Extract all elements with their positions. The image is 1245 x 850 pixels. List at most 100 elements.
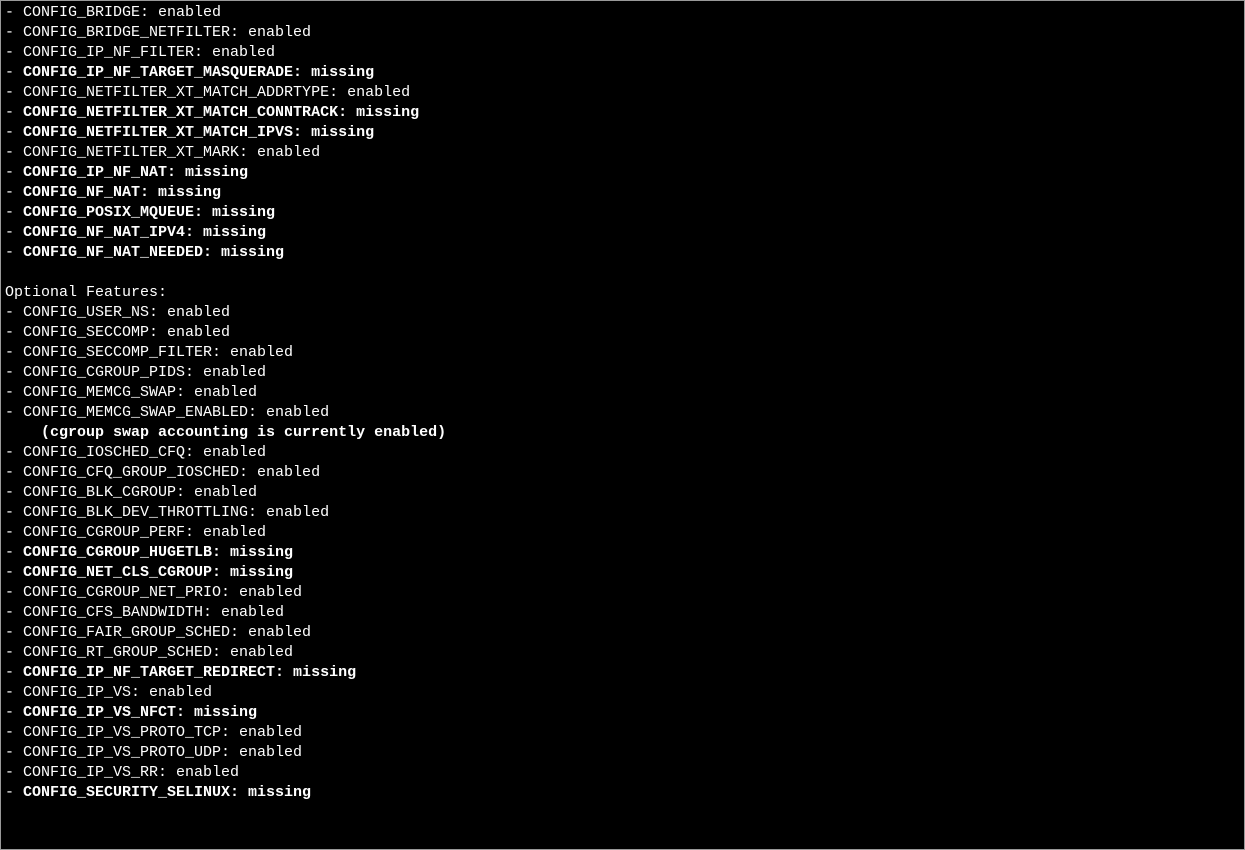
terminal-line: - CONFIG_CFQ_GROUP_IOSCHED: enabled	[5, 463, 1240, 483]
bullet: -	[5, 204, 23, 221]
section-heading: Optional Features:	[5, 284, 167, 301]
terminal-line: - CONFIG_SECCOMP_FILTER: enabled	[5, 343, 1240, 363]
config-entry: CONFIG_IP_VS_RR: enabled	[23, 764, 239, 781]
terminal-line: - CONFIG_CGROUP_PIDS: enabled	[5, 363, 1240, 383]
terminal-line: - CONFIG_NF_NAT_IPV4: missing	[5, 223, 1240, 243]
terminal-line: Optional Features:	[5, 283, 1240, 303]
bullet: -	[5, 324, 23, 341]
terminal-line: - CONFIG_IP_NF_NAT: missing	[5, 163, 1240, 183]
config-entry: CONFIG_FAIR_GROUP_SCHED: enabled	[23, 624, 311, 641]
terminal-line: (cgroup swap accounting is currently ena…	[5, 423, 1240, 443]
bullet: -	[5, 64, 23, 81]
config-entry: CONFIG_CFS_BANDWIDTH: enabled	[23, 604, 284, 621]
config-entry: CONFIG_NETFILTER_XT_MARK: enabled	[23, 144, 320, 161]
config-entry: CONFIG_NETFILTER_XT_MATCH_ADDRTYPE: enab…	[23, 84, 410, 101]
bullet: -	[5, 684, 23, 701]
terminal-line: - CONFIG_NETFILTER_XT_MATCH_IPVS: missin…	[5, 123, 1240, 143]
config-entry: CONFIG_IP_NF_FILTER: enabled	[23, 44, 275, 61]
config-entry: CONFIG_NF_NAT_NEEDED: missing	[23, 244, 284, 261]
bullet: -	[5, 224, 23, 241]
bullet: -	[5, 304, 23, 321]
terminal-output[interactable]: - CONFIG_BRIDGE: enabled- CONFIG_BRIDGE_…	[0, 0, 1245, 850]
bullet: -	[5, 4, 23, 21]
config-entry: CONFIG_CGROUP_HUGETLB: missing	[23, 544, 293, 561]
config-entry: CONFIG_IOSCHED_CFQ: enabled	[23, 444, 266, 461]
config-entry: CONFIG_SECURITY_SELINUX: missing	[23, 784, 311, 801]
config-entry: CONFIG_BRIDGE: enabled	[23, 4, 221, 21]
config-entry: CONFIG_USER_NS: enabled	[23, 304, 230, 321]
config-entry: CONFIG_SECCOMP_FILTER: enabled	[23, 344, 293, 361]
terminal-line: - CONFIG_NETFILTER_XT_MARK: enabled	[5, 143, 1240, 163]
terminal-line: - CONFIG_NET_CLS_CGROUP: missing	[5, 563, 1240, 583]
config-entry: CONFIG_NF_NAT_IPV4: missing	[23, 224, 266, 241]
config-entry: CONFIG_CFQ_GROUP_IOSCHED: enabled	[23, 464, 320, 481]
terminal-line: - CONFIG_NETFILTER_XT_MATCH_CONNTRACK: m…	[5, 103, 1240, 123]
config-entry: CONFIG_IP_NF_NAT: missing	[23, 164, 248, 181]
bullet: -	[5, 184, 23, 201]
config-entry: CONFIG_BLK_CGROUP: enabled	[23, 484, 257, 501]
bullet: -	[5, 84, 23, 101]
terminal-line: - CONFIG_IP_NF_FILTER: enabled	[5, 43, 1240, 63]
terminal-line: - CONFIG_POSIX_MQUEUE: missing	[5, 203, 1240, 223]
bullet: -	[5, 724, 23, 741]
config-entry: CONFIG_CGROUP_PIDS: enabled	[23, 364, 266, 381]
terminal-line: - CONFIG_IP_VS_PROTO_UDP: enabled	[5, 743, 1240, 763]
bullet: -	[5, 604, 23, 621]
config-entry: CONFIG_MEMCG_SWAP: enabled	[23, 384, 257, 401]
config-entry: CONFIG_MEMCG_SWAP_ENABLED: enabled	[23, 404, 329, 421]
bullet: -	[5, 764, 23, 781]
bullet: -	[5, 244, 23, 261]
bullet: -	[5, 404, 23, 421]
terminal-line: - CONFIG_CGROUP_HUGETLB: missing	[5, 543, 1240, 563]
bullet: -	[5, 364, 23, 381]
bullet: -	[5, 104, 23, 121]
terminal-line: - CONFIG_NETFILTER_XT_MATCH_ADDRTYPE: en…	[5, 83, 1240, 103]
terminal-line: - CONFIG_CGROUP_NET_PRIO: enabled	[5, 583, 1240, 603]
terminal-line: - CONFIG_USER_NS: enabled	[5, 303, 1240, 323]
bullet: -	[5, 524, 23, 541]
bullet: -	[5, 144, 23, 161]
config-entry: CONFIG_IP_NF_TARGET_REDIRECT: missing	[23, 664, 356, 681]
bullet: -	[5, 504, 23, 521]
terminal-line: - CONFIG_FAIR_GROUP_SCHED: enabled	[5, 623, 1240, 643]
config-entry: CONFIG_NET_CLS_CGROUP: missing	[23, 564, 293, 581]
bullet: -	[5, 664, 23, 681]
config-entry: CONFIG_CGROUP_PERF: enabled	[23, 524, 266, 541]
bullet: -	[5, 704, 23, 721]
config-entry: CONFIG_BRIDGE_NETFILTER: enabled	[23, 24, 311, 41]
bullet: -	[5, 564, 23, 581]
config-entry: CONFIG_BLK_DEV_THROTTLING: enabled	[23, 504, 329, 521]
terminal-line: - CONFIG_IP_NF_TARGET_MASQUERADE: missin…	[5, 63, 1240, 83]
config-entry: CONFIG_IP_VS_PROTO_TCP: enabled	[23, 724, 302, 741]
config-entry: CONFIG_IP_VS_NFCT: missing	[23, 704, 257, 721]
terminal-line: - CONFIG_SECCOMP: enabled	[5, 323, 1240, 343]
terminal-line: - CONFIG_RT_GROUP_SCHED: enabled	[5, 643, 1240, 663]
bullet: -	[5, 464, 23, 481]
terminal-line: - CONFIG_BLK_CGROUP: enabled	[5, 483, 1240, 503]
terminal-line: - CONFIG_CFS_BANDWIDTH: enabled	[5, 603, 1240, 623]
bullet: -	[5, 444, 23, 461]
terminal-line: - CONFIG_IP_VS_NFCT: missing	[5, 703, 1240, 723]
terminal-line: - CONFIG_SECURITY_SELINUX: missing	[5, 783, 1240, 803]
bullet: -	[5, 344, 23, 361]
config-entry: CONFIG_NETFILTER_XT_MATCH_IPVS: missing	[23, 124, 374, 141]
terminal-line: - CONFIG_IP_VS: enabled	[5, 683, 1240, 703]
note-text: (cgroup swap accounting is currently ena…	[41, 424, 446, 441]
bullet: -	[5, 484, 23, 501]
terminal-line: - CONFIG_IP_NF_TARGET_REDIRECT: missing	[5, 663, 1240, 683]
bullet: -	[5, 744, 23, 761]
bullet: -	[5, 544, 23, 561]
config-entry: CONFIG_RT_GROUP_SCHED: enabled	[23, 644, 293, 661]
terminal-line: - CONFIG_BLK_DEV_THROTTLING: enabled	[5, 503, 1240, 523]
bullet: -	[5, 164, 23, 181]
config-entry: CONFIG_NETFILTER_XT_MATCH_CONNTRACK: mis…	[23, 104, 419, 121]
config-entry: CONFIG_IP_NF_TARGET_MASQUERADE: missing	[23, 64, 374, 81]
terminal-line: - CONFIG_MEMCG_SWAP_ENABLED: enabled	[5, 403, 1240, 423]
indent	[5, 424, 41, 441]
bullet: -	[5, 384, 23, 401]
terminal-line: - CONFIG_BRIDGE_NETFILTER: enabled	[5, 23, 1240, 43]
config-entry: CONFIG_CGROUP_NET_PRIO: enabled	[23, 584, 302, 601]
terminal-line: - CONFIG_IP_VS_PROTO_TCP: enabled	[5, 723, 1240, 743]
config-entry: CONFIG_IP_VS: enabled	[23, 684, 212, 701]
bullet: -	[5, 784, 23, 801]
